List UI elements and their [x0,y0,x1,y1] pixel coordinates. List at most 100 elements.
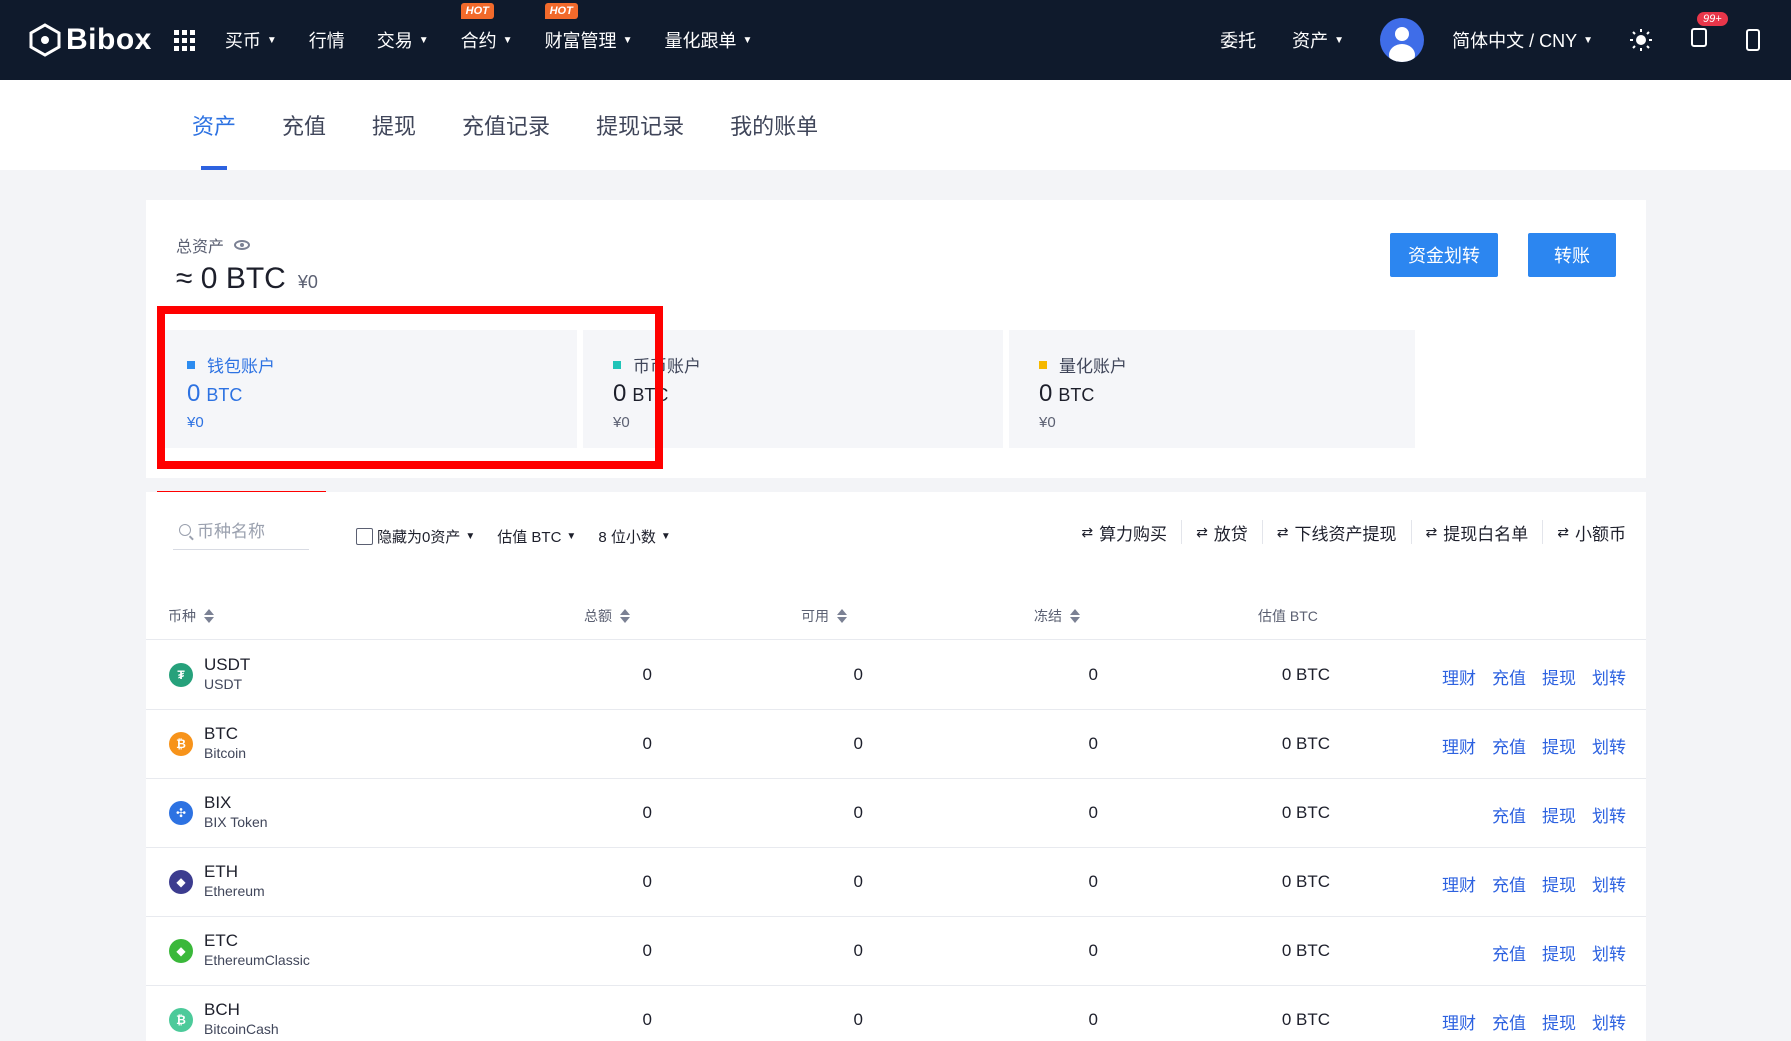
cell-valuation: 0 BTC [1281,941,1330,960]
theme-toggle[interactable] [1629,28,1653,52]
transfer-link[interactable]: 划转 [1592,1009,1626,1034]
coin-symbol: USDT [204,655,251,674]
cell-frozen: 0 [1088,872,1098,891]
chevron-down-icon: ▼ [742,34,753,46]
action-label: 下线资产提现 [1294,524,1397,544]
action-label: 小额币 [1575,524,1626,544]
coin-symbol: BCH [204,1000,240,1019]
header-valuation: 估值 BTC [1258,606,1318,626]
deposit-link[interactable]: 充值 [1492,802,1526,827]
action-3[interactable]: ⇄ 提现白名单 [1412,520,1544,544]
nav-orders[interactable]: 委托 [1220,27,1256,53]
action-2[interactable]: ⇄ 下线资产提现 [1263,520,1412,544]
withdraw-link[interactable]: 提现 [1542,871,1576,896]
sort-icon [837,609,847,623]
deposit-link[interactable]: 充值 [1492,1009,1526,1034]
deposit-link[interactable]: 充值 [1492,940,1526,965]
cell-frozen: 0 [1088,665,1098,684]
language-selector[interactable]: 简体中文 / CNY ▼ [1452,27,1593,53]
transfer-button[interactable]: 转账 [1528,233,1616,277]
transfer-link[interactable]: 划转 [1592,664,1626,689]
search-icon [179,523,191,536]
hot-badge: HOT [544,3,578,19]
decimals-dropdown[interactable]: 8 位小数 ▼ [598,526,670,547]
nav-item-3[interactable]: HOT 合约 ▼ [460,3,513,53]
withdraw-link[interactable]: 提现 [1542,733,1576,758]
tab-4[interactable]: 提现记录 [596,80,684,170]
cell-valuation: 0 BTC [1281,872,1330,891]
eye-icon[interactable] [234,240,251,250]
total-assets-value: ≈ 0 BTC [176,262,286,295]
coin-symbol: ETH [204,862,238,881]
withdraw-link[interactable]: 提现 [1542,664,1576,689]
withdraw-link[interactable]: 提现 [1542,802,1576,827]
header-coin[interactable]: 币种 [168,606,214,626]
withdraw-link[interactable]: 提现 [1542,940,1576,965]
transfer-link[interactable]: 划转 [1592,802,1626,827]
nav-item-0[interactable]: 买币 ▼ [225,27,277,53]
header-total[interactable]: 总额 [584,606,630,626]
finance-link[interactable]: 理财 [1442,1009,1476,1034]
header-frozen[interactable]: 冻结 [1034,606,1080,626]
action-1[interactable]: ⇄ 放贷 [1182,520,1263,544]
cell-frozen: 0 [1088,941,1098,960]
bibox-logo[interactable]: Bibox [28,23,152,57]
row-actions: 理财 充值 提现 划转 [1426,871,1626,896]
transfer-funds-button[interactable]: 资金划转 [1390,233,1498,277]
top-nav: Bibox 买币 ▼ 行情 交易 ▼ HOT 合约 ▼ HOT 财富管理 ▼ 量化跟单 ▼ 委托 资产 ▼… [0,0,1791,80]
notifications-button[interactable]: 99+ [1689,11,1728,55]
action-0[interactable]: ⇄ 算力购买 [1067,520,1183,544]
bell-icon [1691,27,1707,47]
action-4[interactable]: ⇄ 小额币 [1543,520,1626,544]
coin-icon: ✣ [169,801,193,825]
chevron-down-icon: ▼ [622,34,633,46]
tab-3[interactable]: 充值记录 [462,80,550,170]
cell-valuation: 0 BTC [1281,1010,1330,1029]
tab-5[interactable]: 我的账单 [730,80,818,170]
tab-1[interactable]: 充值 [282,80,326,170]
coin-name: BitcoinCash [204,1021,279,1037]
hide-zero-checkbox[interactable] [356,528,373,545]
deposit-link[interactable]: 充值 [1492,664,1526,689]
nav-item-label: 量化跟单 [664,31,737,51]
header-valuation-label: 估值 BTC [1258,608,1318,624]
deposit-link[interactable]: 充值 [1492,871,1526,896]
coin-symbol: BIX [204,793,232,812]
finance-link[interactable]: 理财 [1442,871,1476,896]
transfer-arrow-icon: ⇄ [1196,523,1208,540]
table-row: ₿ BTC Bitcoin 0 0 0 0 BTC 理财 充值 提现 划转 [146,710,1646,779]
transfer-link[interactable]: 划转 [1592,940,1626,965]
nav-item-2[interactable]: 交易 ▼ [377,27,429,53]
nav-item-5[interactable]: 量化跟单 ▼ [664,27,752,53]
coin-name: EthereumClassic [204,952,310,968]
total-assets-label-row: 总资产 [176,233,251,257]
user-avatar[interactable] [1380,18,1425,62]
valuation-dropdown[interactable]: 估值 BTC ▼ [497,526,576,547]
deposit-link[interactable]: 充值 [1492,733,1526,758]
nav-assets[interactable]: 资产 ▼ [1292,27,1344,53]
finance-link[interactable]: 理财 [1442,664,1476,689]
nav-assets-label: 资产 [1292,31,1329,51]
transfer-link[interactable]: 划转 [1592,871,1626,896]
nav-item-1[interactable]: 行情 [309,27,345,53]
mobile-app-button[interactable] [1745,28,1761,52]
chevron-down-icon: ▼ [266,34,277,46]
tab-0[interactable]: 资产 [192,80,236,170]
coin-name: Bitcoin [204,745,247,761]
header-available[interactable]: 可用 [801,606,847,626]
cell-total: 0 [642,1010,652,1029]
coin-search-input[interactable]: 币种名称 [173,510,309,550]
apps-grid-icon[interactable] [173,29,195,51]
nav-item-4[interactable]: HOT 财富管理 ▼ [544,3,633,53]
hide-zero-filter[interactable]: 隐藏为0资产 ▼ [356,526,475,547]
finance-link[interactable]: 理财 [1442,733,1476,758]
withdraw-link[interactable]: 提现 [1542,1009,1576,1034]
search-placeholder: 币种名称 [197,522,265,541]
nav-item-label: 行情 [308,31,345,51]
account-card-2[interactable]: 量化账户 0 BTC ¥0 [1009,330,1415,448]
coin-symbol: BTC [204,724,238,743]
highlight-box-wallet [157,306,663,469]
tab-2[interactable]: 提现 [372,80,416,170]
table-row: ₿ BCH BitcoinCash 0 0 0 0 BTC 理财 充值 提现 划转 [146,986,1646,1041]
transfer-link[interactable]: 划转 [1592,733,1626,758]
